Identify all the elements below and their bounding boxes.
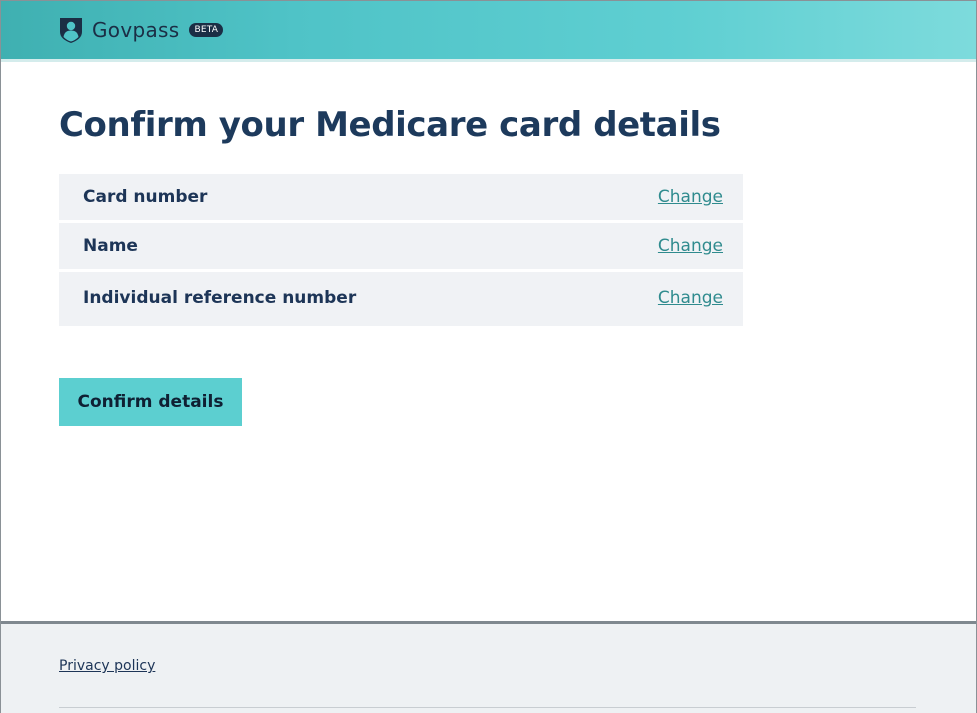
footer-divider bbox=[59, 707, 916, 708]
header-underline bbox=[1, 59, 976, 62]
beta-badge: BETA bbox=[189, 23, 224, 37]
summary-label-card-number: Card number bbox=[83, 187, 208, 207]
page-title: Confirm your Medicare card details bbox=[59, 105, 721, 145]
confirm-details-button[interactable]: Confirm details bbox=[59, 378, 242, 426]
brand-logo[interactable]: Govpass BETA bbox=[59, 16, 224, 44]
summary-row-name: Name Change bbox=[59, 223, 743, 269]
summary-row-card-number: Card number Change bbox=[59, 174, 743, 220]
change-name-link[interactable]: Change bbox=[658, 236, 723, 256]
site-header: Govpass BETA bbox=[1, 1, 976, 59]
summary-label-name: Name bbox=[83, 236, 138, 256]
summary-label-irn: Individual reference number bbox=[83, 288, 357, 308]
site-footer: Privacy policy bbox=[1, 621, 976, 713]
change-card-number-link[interactable]: Change bbox=[658, 187, 723, 207]
privacy-policy-link[interactable]: Privacy policy bbox=[59, 658, 155, 674]
summary-list: Card number Change Name Change Individua… bbox=[59, 174, 743, 326]
brand-name: Govpass bbox=[92, 18, 180, 42]
summary-row-irn: Individual reference number Change bbox=[59, 272, 743, 326]
shield-person-icon bbox=[60, 18, 82, 43]
change-irn-link[interactable]: Change bbox=[658, 288, 723, 308]
